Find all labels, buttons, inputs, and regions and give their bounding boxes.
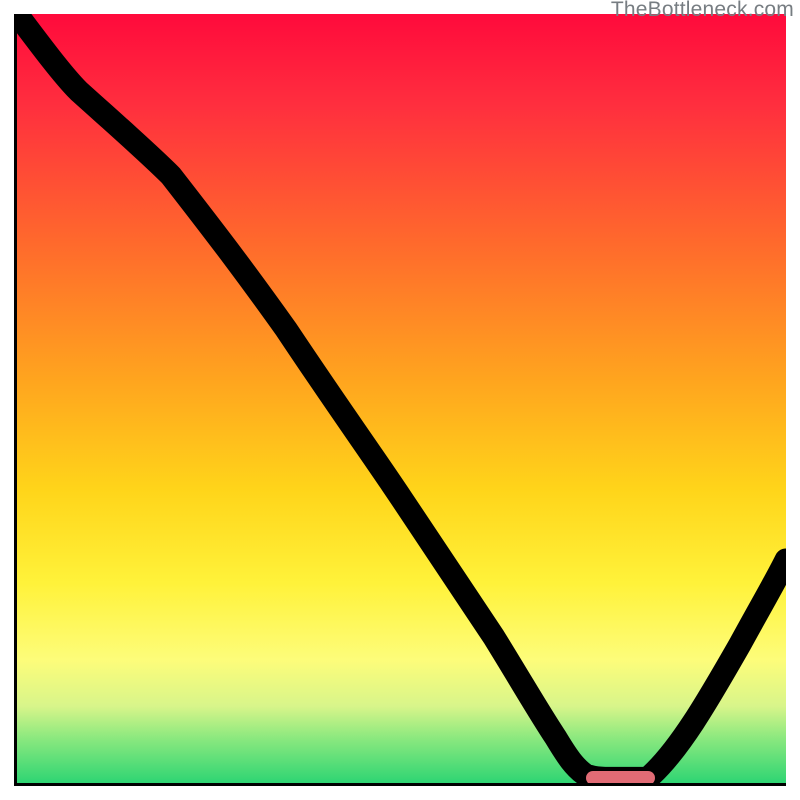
watermark-text: TheBottleneck.com (611, 0, 794, 22)
bottleneck-curve (17, 14, 786, 783)
optimal-range-marker (586, 771, 655, 785)
plot-area (14, 14, 786, 786)
bottleneck-chart: TheBottleneck.com (0, 0, 800, 800)
